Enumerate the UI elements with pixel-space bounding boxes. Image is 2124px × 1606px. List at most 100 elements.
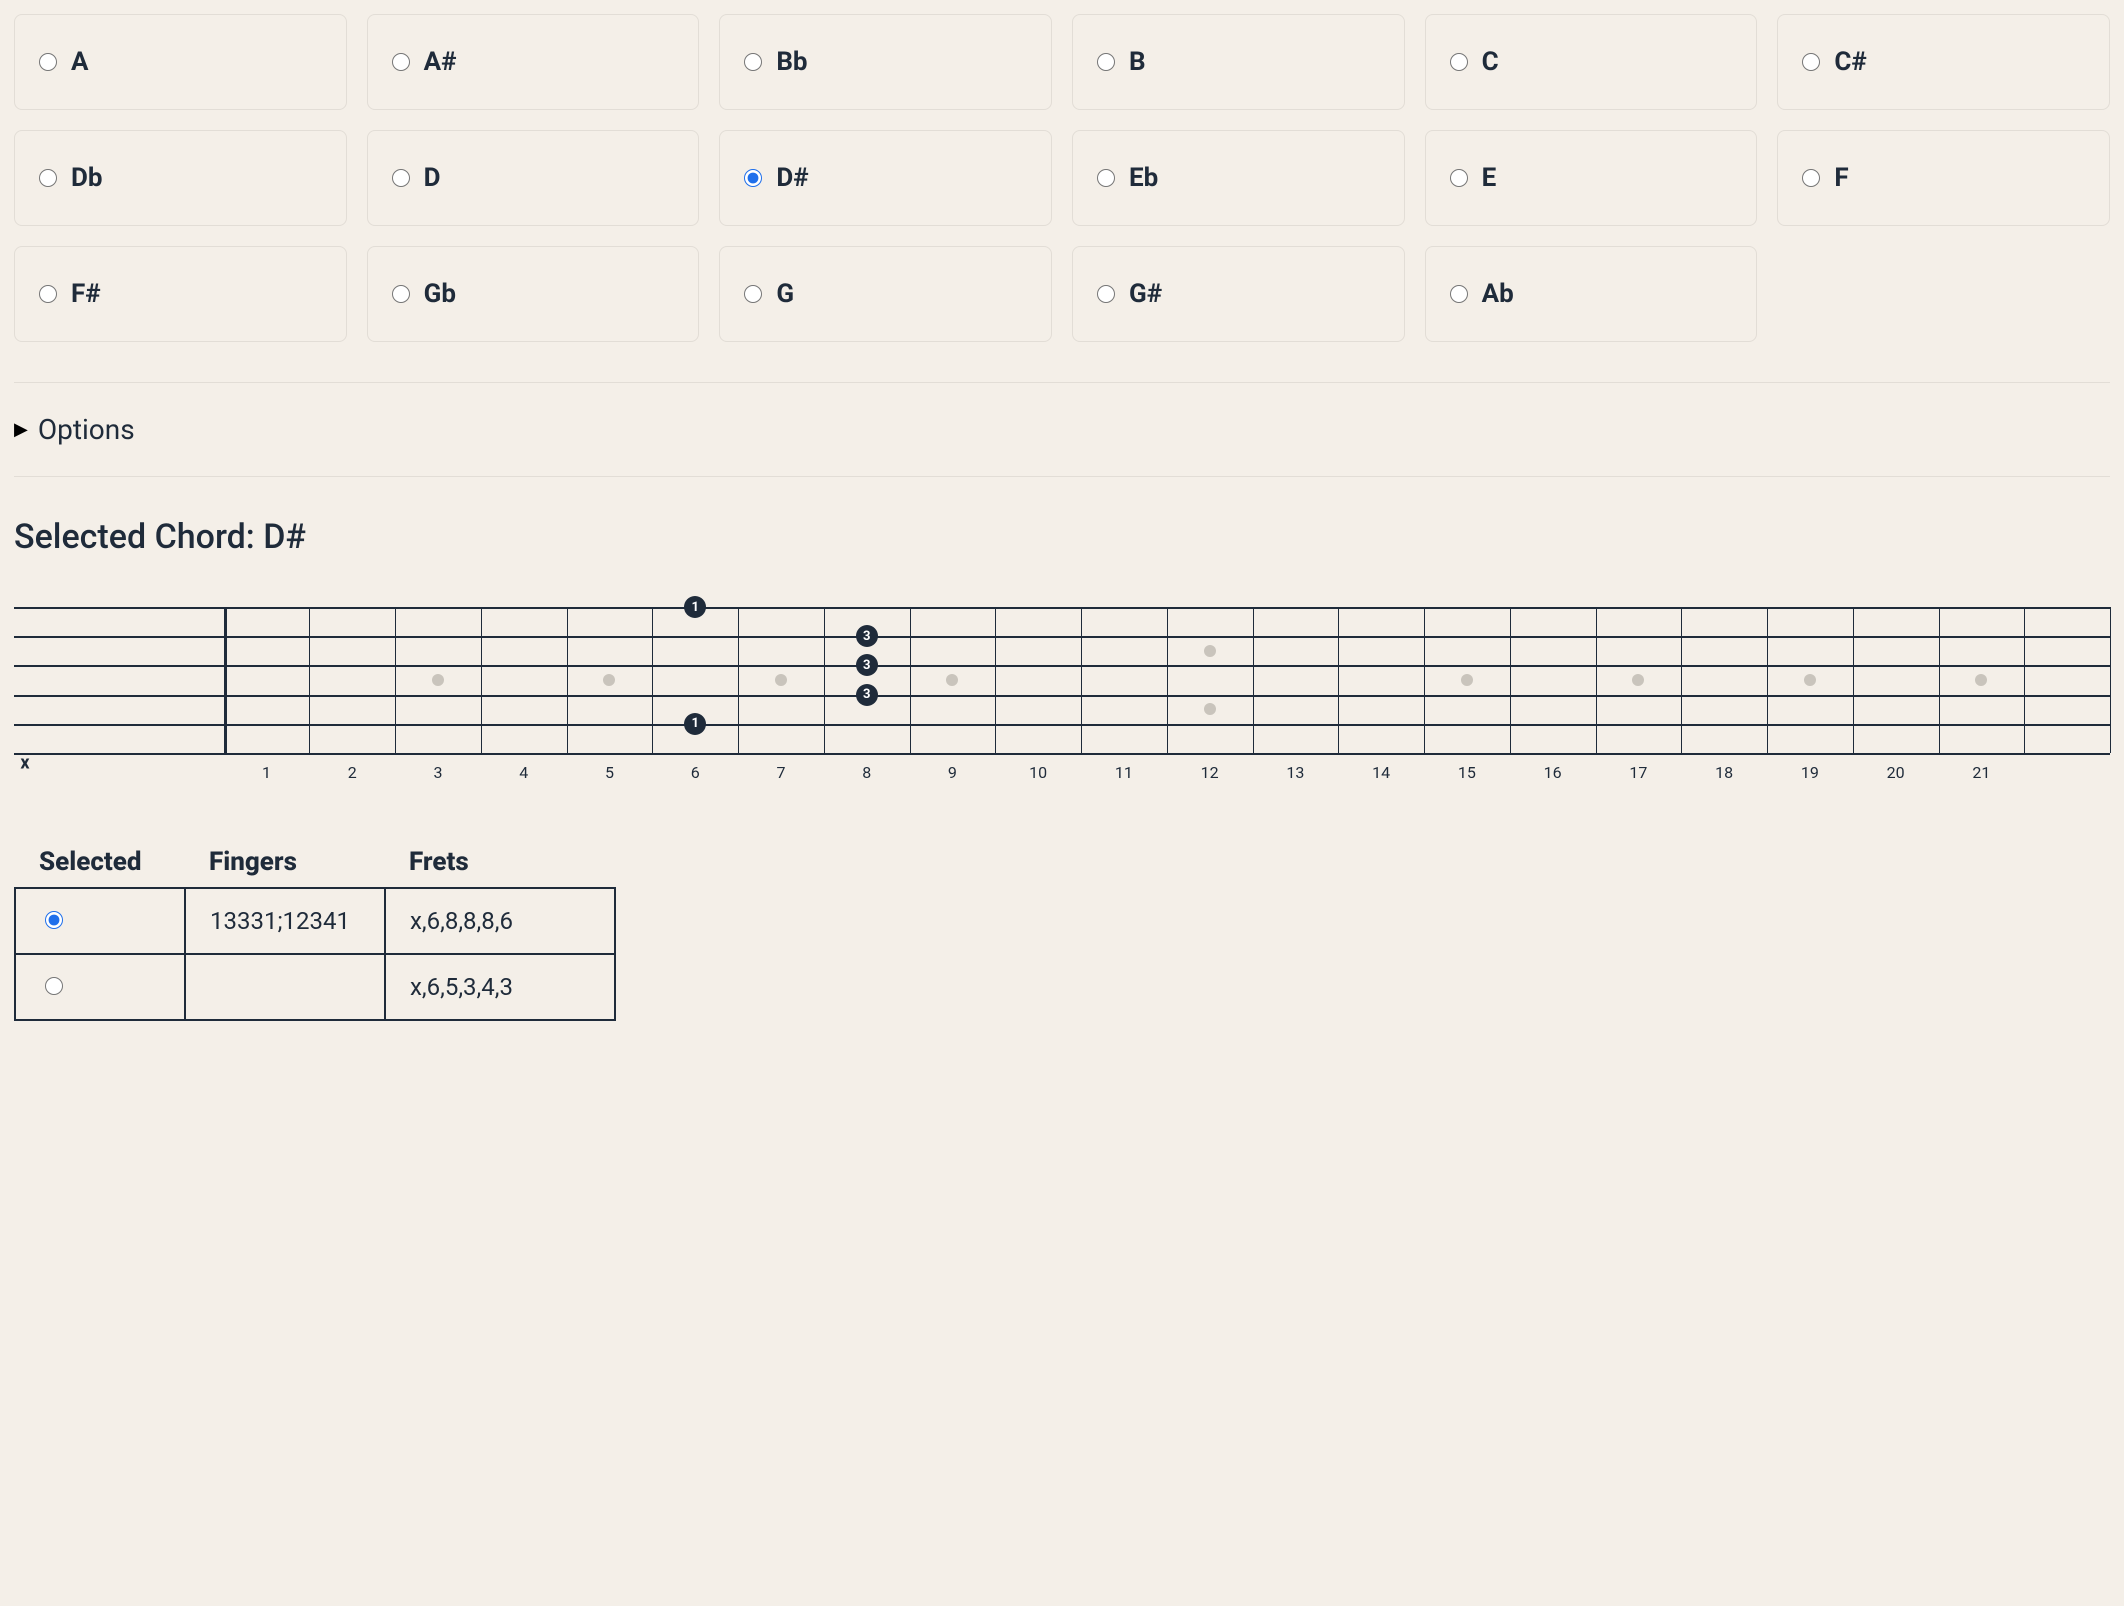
- fretboard: 13331x: [14, 607, 2110, 753]
- options-toggle[interactable]: ▶ Options: [14, 413, 2110, 446]
- voicing-radio[interactable]: [45, 977, 63, 995]
- fret-number: 8: [862, 763, 871, 782]
- cell-frets: x,6,5,3,4,3: [385, 954, 615, 1020]
- string-line: [14, 753, 2110, 755]
- fret-number: 10: [1029, 763, 1047, 782]
- note-radio[interactable]: [744, 285, 762, 303]
- table-row: x,6,5,3,4,3: [15, 954, 615, 1020]
- note-radio[interactable]: [1802, 53, 1820, 71]
- fret-line: [995, 607, 996, 753]
- fret-number: 6: [691, 763, 700, 782]
- fret-line: [395, 607, 396, 753]
- note-label: A#: [424, 47, 457, 77]
- divider: [14, 476, 2110, 477]
- note-card-db[interactable]: Db: [14, 130, 347, 226]
- note-radio[interactable]: [39, 53, 57, 71]
- options-label: Options: [38, 413, 135, 446]
- note-card-fsharp[interactable]: F#: [14, 246, 347, 342]
- fret-line: [1424, 607, 1425, 753]
- table-row: 13331;12341x,6,8,8,8,6: [15, 888, 615, 954]
- fret-line: [1596, 607, 1597, 753]
- note-card-csharp[interactable]: C#: [1777, 14, 2110, 110]
- note-card-dsharp[interactable]: D#: [719, 130, 1052, 226]
- note-label: D: [424, 163, 441, 193]
- fret-number: 3: [433, 763, 442, 782]
- fret-number: 7: [776, 763, 785, 782]
- note-card-bb[interactable]: Bb: [719, 14, 1052, 110]
- note-radio[interactable]: [392, 169, 410, 187]
- fretboard-inlay: [432, 674, 444, 686]
- fret-line: [1853, 607, 1854, 753]
- string-line: [14, 724, 2110, 726]
- note-label: E: [1482, 163, 1497, 193]
- col-header-frets: Frets: [385, 837, 615, 888]
- page-root: A A# Bb B C C# Db D D#Eb E F F# Gb G G# Ab ▶ Options Se…: [0, 0, 2124, 1035]
- fret-number: 13: [1286, 763, 1304, 782]
- note-card-e[interactable]: E: [1425, 130, 1758, 226]
- fret-number: 14: [1372, 763, 1390, 782]
- string-line: [14, 695, 2110, 697]
- fretboard-inlay: [1461, 674, 1473, 686]
- voicing-table: Selected Fingers Frets 13331;12341x,6,8,…: [14, 837, 616, 1021]
- note-label: F#: [71, 279, 101, 309]
- fretboard-inlay: [1204, 645, 1216, 657]
- fretboard-inlay: [1975, 674, 1987, 686]
- note-label: Bb: [776, 47, 807, 77]
- note-card-f[interactable]: F: [1777, 130, 2110, 226]
- note-card-a[interactable]: A: [14, 14, 347, 110]
- note-card-gb[interactable]: Gb: [367, 246, 700, 342]
- finger-dot: 1: [684, 713, 706, 735]
- note-radio[interactable]: [1097, 285, 1115, 303]
- note-label: C#: [1834, 47, 1866, 77]
- note-radio[interactable]: [1097, 169, 1115, 187]
- note-label: G: [776, 279, 794, 309]
- cell-fingers: 13331;12341: [185, 888, 385, 954]
- note-label: C: [1482, 47, 1499, 77]
- note-radio[interactable]: [1097, 53, 1115, 71]
- string-line: [14, 665, 2110, 667]
- note-card-eb[interactable]: Eb: [1072, 130, 1405, 226]
- note-radio[interactable]: [744, 169, 762, 187]
- note-radio[interactable]: [39, 169, 57, 187]
- finger-dot: 3: [856, 625, 878, 647]
- note-radio[interactable]: [1450, 285, 1468, 303]
- fret-line: [1510, 607, 1511, 753]
- col-header-selected: Selected: [15, 837, 185, 888]
- note-card-gsharp[interactable]: G#: [1072, 246, 1405, 342]
- fret-line: [1253, 607, 1254, 753]
- voicing-radio[interactable]: [45, 911, 63, 929]
- note-radio[interactable]: [39, 285, 57, 303]
- note-radio[interactable]: [392, 53, 410, 71]
- note-radio[interactable]: [392, 285, 410, 303]
- note-card-asharp[interactable]: A#: [367, 14, 700, 110]
- fret-line: [1081, 607, 1082, 753]
- note-label: Ab: [1482, 279, 1514, 309]
- fret-line: [824, 607, 825, 753]
- fret-line: [1681, 607, 1682, 753]
- note-radio[interactable]: [744, 53, 762, 71]
- fret-line: [910, 607, 911, 753]
- cell-frets: x,6,8,8,8,6: [385, 888, 615, 954]
- fret-number: 19: [1801, 763, 1819, 782]
- note-grid: A A# Bb B C C# Db D D#Eb E F F# Gb G G# Ab: [14, 14, 2110, 342]
- note-radio[interactable]: [1450, 169, 1468, 187]
- fret-number: 20: [1887, 763, 1905, 782]
- fret-line: [567, 607, 568, 753]
- string-line: [14, 636, 2110, 638]
- fret-line: [738, 607, 739, 753]
- fretboard-inlay: [1204, 703, 1216, 715]
- divider: [14, 382, 2110, 383]
- note-card-g[interactable]: G: [719, 246, 1052, 342]
- note-card-ab[interactable]: Ab: [1425, 246, 1758, 342]
- note-card-d[interactable]: D: [367, 130, 700, 226]
- fret-line: [1167, 607, 1168, 753]
- fret-number: 11: [1115, 763, 1133, 782]
- fret-number: 1: [262, 763, 271, 782]
- note-radio[interactable]: [1802, 169, 1820, 187]
- fret-number: 4: [519, 763, 528, 782]
- fret-line: [2024, 607, 2025, 753]
- note-card-b[interactable]: B: [1072, 14, 1405, 110]
- col-header-fingers: Fingers: [185, 837, 385, 888]
- note-radio[interactable]: [1450, 53, 1468, 71]
- note-card-c[interactable]: C: [1425, 14, 1758, 110]
